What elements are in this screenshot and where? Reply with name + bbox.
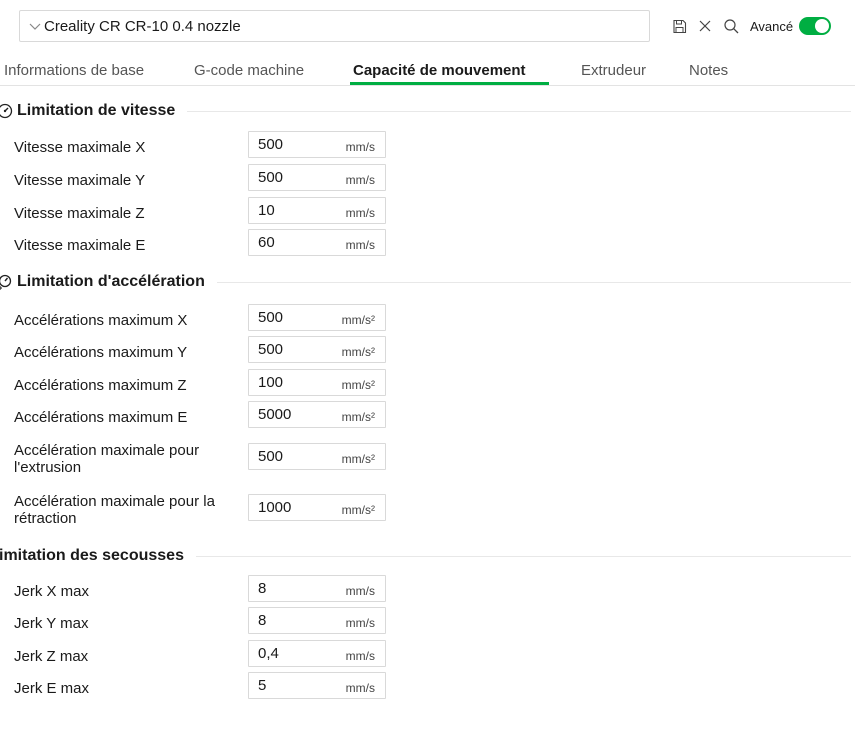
section-title: imitation des secousses bbox=[0, 547, 184, 564]
setting-label: Accélération maximale pour bbox=[14, 442, 200, 459]
section-acceleration-limitation: Limitation d'accélération bbox=[0, 272, 855, 292]
field-unit: mm/s bbox=[345, 238, 375, 252]
active-tab-indicator bbox=[350, 82, 549, 85]
search-icon[interactable] bbox=[722, 17, 740, 35]
max-accel-y-input[interactable]: 500 mm/s² bbox=[248, 336, 386, 363]
setting-label: Accélérations maximum Z bbox=[14, 377, 187, 394]
setting-label: Jerk Y max bbox=[14, 615, 89, 632]
field-value: 1000 bbox=[258, 499, 292, 516]
tab-informations-de-base[interactable]: Informations de base bbox=[4, 62, 144, 79]
section-jerk-limitation: imitation des secousses bbox=[0, 546, 855, 566]
field-unit: mm/s bbox=[345, 173, 375, 187]
tab-extrudeur[interactable]: Extrudeur bbox=[581, 62, 646, 79]
section-divider bbox=[195, 555, 851, 557]
field-unit: mm/s bbox=[345, 616, 375, 630]
printer-preset-select[interactable]: Creality CR CR-10 0.4 nozzle bbox=[19, 10, 650, 42]
setting-label: Vitesse maximale X bbox=[14, 139, 146, 156]
setting-label: Accélérations maximum E bbox=[14, 409, 188, 426]
section-title: Limitation d'accélération bbox=[17, 273, 205, 290]
section-divider bbox=[216, 281, 851, 283]
field-unit: mm/s bbox=[345, 140, 375, 154]
field-unit: mm/s² bbox=[341, 503, 375, 517]
field-value: 8 bbox=[258, 580, 267, 597]
max-accel-x-input[interactable]: 500 mm/s² bbox=[248, 304, 386, 331]
field-value: 5000 bbox=[258, 406, 292, 423]
preset-name: Creality CR CR-10 0.4 nozzle bbox=[44, 17, 241, 35]
field-unit: mm/s bbox=[345, 681, 375, 695]
field-value: 5 bbox=[258, 677, 267, 694]
toggle-knob bbox=[815, 19, 830, 33]
max-speed-e-input[interactable]: 60 mm/s bbox=[248, 229, 386, 256]
max-accel-e-input[interactable]: 5000 mm/s² bbox=[248, 401, 386, 428]
section-title: Limitation de vitesse bbox=[17, 102, 176, 119]
setting-label: Accélérations maximum X bbox=[14, 312, 188, 329]
field-unit: mm/s² bbox=[341, 378, 375, 392]
setting-label-cont: l'extrusion bbox=[14, 459, 82, 476]
section-divider bbox=[187, 110, 851, 112]
jerk-x-input[interactable]: 8 mm/s bbox=[248, 575, 386, 602]
setting-label: Jerk X max bbox=[14, 583, 90, 600]
tab-capacite-de-mouvement[interactable]: Capacité de mouvement bbox=[353, 62, 526, 79]
max-accel-retraction-input[interactable]: 1000 mm/s² bbox=[248, 494, 386, 521]
field-value: 500 bbox=[258, 448, 284, 465]
field-value: 500 bbox=[258, 169, 284, 186]
field-value: 500 bbox=[258, 136, 284, 153]
field-value: 0,4 bbox=[258, 645, 279, 662]
save-icon[interactable] bbox=[670, 17, 688, 35]
setting-label: Jerk E max bbox=[14, 680, 90, 697]
field-value: 500 bbox=[258, 341, 284, 358]
setting-label: Vitesse maximale Y bbox=[14, 172, 146, 189]
field-unit: mm/s² bbox=[341, 410, 375, 424]
jerk-y-input[interactable]: 8 mm/s bbox=[248, 607, 386, 634]
setting-label: Vitesse maximale Z bbox=[14, 205, 145, 222]
setting-label: Accélérations maximum Y bbox=[14, 344, 188, 361]
max-accel-extrusion-input[interactable]: 500 mm/s² bbox=[248, 443, 386, 470]
field-value: 500 bbox=[258, 309, 284, 326]
field-unit: mm/s bbox=[345, 649, 375, 663]
close-icon[interactable] bbox=[696, 17, 714, 35]
field-value: 10 bbox=[258, 202, 275, 219]
max-speed-z-input[interactable]: 10 mm/s bbox=[248, 197, 386, 224]
field-unit: mm/s² bbox=[341, 452, 375, 466]
field-value: 100 bbox=[258, 374, 284, 391]
settings-tabs: Informations de base G-code machine Capa… bbox=[0, 55, 855, 86]
max-accel-z-input[interactable]: 100 mm/s² bbox=[248, 369, 386, 396]
acceleration-icon bbox=[0, 274, 12, 290]
section-speed-limitation: Limitation de vitesse bbox=[0, 101, 855, 121]
field-unit: mm/s² bbox=[341, 313, 375, 327]
setting-label: Jerk Z max bbox=[14, 648, 89, 665]
field-value: 60 bbox=[258, 234, 275, 251]
field-unit: mm/s bbox=[345, 584, 375, 598]
advanced-label: Avancé bbox=[750, 18, 794, 34]
setting-label: Accélération maximale pour la bbox=[14, 493, 215, 510]
speedometer-icon bbox=[0, 103, 13, 119]
setting-label-cont: rétraction bbox=[14, 510, 77, 527]
max-speed-y-input[interactable]: 500 mm/s bbox=[248, 164, 386, 191]
advanced-toggle[interactable] bbox=[799, 17, 832, 35]
preset-toolbar: Avancé bbox=[670, 14, 832, 38]
chevron-down-icon bbox=[29, 23, 41, 30]
jerk-z-input[interactable]: 0,4 mm/s bbox=[248, 640, 386, 667]
setting-label: Vitesse maximale E bbox=[14, 237, 146, 254]
field-value: 8 bbox=[258, 612, 267, 629]
tab-notes[interactable]: Notes bbox=[689, 62, 728, 79]
field-unit: mm/s² bbox=[341, 345, 375, 359]
field-unit: mm/s bbox=[345, 206, 375, 220]
tab-gcode-machine[interactable]: G-code machine bbox=[194, 62, 304, 79]
jerk-e-input[interactable]: 5 mm/s bbox=[248, 672, 386, 699]
max-speed-x-input[interactable]: 500 mm/s bbox=[248, 131, 386, 158]
